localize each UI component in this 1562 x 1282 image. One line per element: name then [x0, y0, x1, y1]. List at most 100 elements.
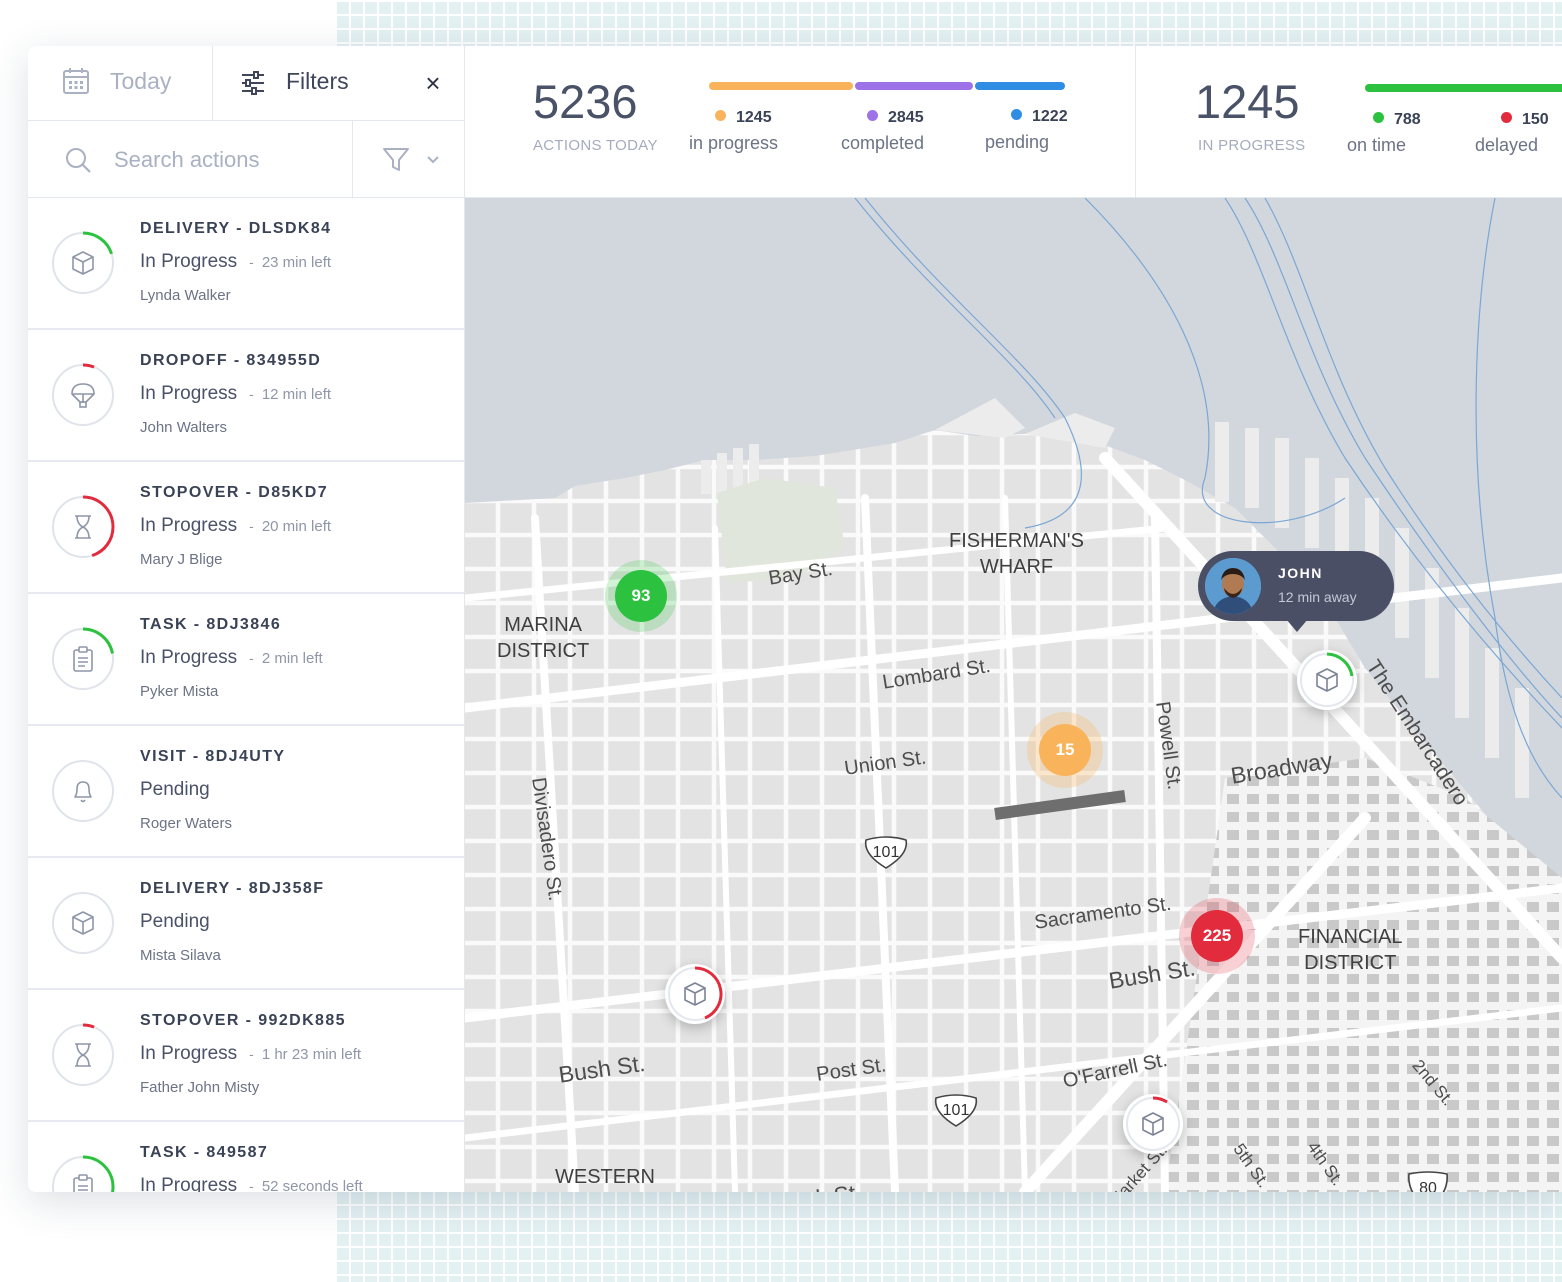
chevron-down-icon [426, 152, 440, 170]
neighborhood-western-addition: WESTERNADDITION [555, 1166, 655, 1188]
progress-ring [50, 1154, 116, 1192]
delivery-pin-embarcadero[interactable] [1297, 650, 1357, 710]
action-title: DELIVERY - 8DJ358F [140, 880, 325, 897]
action-assignee: John Walters [140, 419, 227, 436]
in-progress-count: 1245 [736, 109, 772, 126]
cluster-marker-93[interactable]: 93 [605, 560, 677, 632]
actions-today-count: 5236 [533, 75, 638, 128]
sidebar-toolbar: Today Filters × [28, 46, 464, 121]
date-picker-label: Today [110, 68, 172, 94]
close-panel-button[interactable]: × [418, 66, 448, 100]
in-progress-dot [715, 110, 726, 121]
delivery-pin-ofarrell[interactable] [1123, 1094, 1183, 1154]
action-title: TASK - 849587 [140, 1144, 269, 1161]
separator: - [249, 1178, 254, 1192]
search-toolbar [28, 121, 464, 198]
actions-today-label: ACTIONS TODAY [533, 137, 658, 154]
action-time-left: 20 min left [261, 518, 332, 535]
actions-list: DELIVERY - DLSDK84 In Progress -23 min le… [28, 198, 464, 1192]
stats-header: 5236 ACTIONS TODAY 1245 in progress 2845… [465, 46, 1562, 198]
filter-type-dropdown[interactable] [354, 121, 464, 197]
progress-ring [50, 230, 116, 296]
date-picker-button[interactable]: Today [28, 46, 213, 120]
action-list-item[interactable]: DELIVERY - DLSDK84 In Progress -23 min le… [28, 198, 464, 330]
neighborhood-marina: MARINA DISTRICT [497, 614, 590, 662]
filters-button[interactable]: Filters [214, 46, 404, 120]
action-status-line: Pending [140, 779, 210, 801]
sliders-icon [240, 70, 266, 101]
progress-ring [50, 626, 116, 692]
completed-bar [855, 82, 973, 90]
cluster-count-15: 15 [1039, 724, 1091, 776]
action-time-left: 23 min left [261, 254, 332, 271]
delayed-legend[interactable]: 150 delayed [1475, 111, 1549, 156]
action-list-item[interactable]: DROPOFF - 834955D In Progress -12 min lef… [28, 330, 464, 462]
action-assignee: Pyker Mista [140, 683, 219, 700]
action-assignee: Roger Waters [140, 815, 232, 832]
cluster-count-225: 225 [1191, 910, 1243, 962]
separator: - [249, 518, 254, 534]
search-input[interactable] [112, 141, 336, 179]
box-icon [1139, 1110, 1167, 1143]
in-progress-bar [709, 82, 853, 90]
action-title: VISIT - 8DJ4UTY [140, 748, 286, 765]
action-list-item[interactable]: STOPOVER - 992DK885 In Progress -1 hr 23 … [28, 990, 464, 1122]
interstate-shield-80-label: 80 [1419, 1180, 1437, 1192]
pending-count: 1222 [1032, 108, 1068, 125]
cluster-count-93: 93 [615, 570, 667, 622]
separator: - [249, 254, 254, 270]
completed-dot [867, 110, 878, 121]
box-icon [681, 980, 709, 1013]
progress-ring [50, 890, 116, 956]
action-time-left: 12 min left [261, 386, 332, 403]
action-title: STOPOVER - 992DK885 [140, 1012, 346, 1029]
highway-shield-101-south-label: 101 [942, 1102, 970, 1119]
action-status-line: In Progress -12 min left [140, 383, 331, 405]
action-title: DROPOFF - 834955D [140, 352, 322, 369]
action-assignee: Lynda Walker [140, 287, 231, 304]
action-title: STOPOVER - D85KD7 [140, 484, 328, 501]
search-box [28, 121, 353, 197]
completed-legend[interactable]: 2845 completed [841, 109, 924, 154]
progress-ring [50, 1022, 116, 1088]
on-time-legend[interactable]: 788 on time [1347, 111, 1421, 156]
in-progress-legend[interactable]: 1245 in progress [689, 109, 778, 154]
dispatch-app-window: Today Filters × Search actions DELIVERY … [28, 46, 1562, 1192]
driver-tooltip[interactable]: JOHN 12 min away [1198, 551, 1394, 632]
action-status: In Progress [140, 383, 238, 404]
highway-shield-101-south: 101 [933, 1094, 979, 1128]
action-assignee: Mary J Blige [140, 551, 223, 568]
search-icon [64, 146, 92, 179]
progress-ring [50, 758, 116, 824]
on-time-dot [1373, 112, 1384, 123]
action-status: In Progress [140, 647, 238, 668]
map-view[interactable]: Bay St. Lombard St. Union St. Broadway S… [465, 198, 1562, 1192]
action-status-line: In Progress -1 hr 23 min left [140, 1043, 361, 1065]
progress-ring [50, 494, 116, 560]
pending-bar [975, 82, 1065, 90]
action-status-line: In Progress -52 seconds left [140, 1175, 363, 1192]
action-status-line: In Progress -20 min left [140, 515, 331, 537]
progress-ring [50, 362, 116, 428]
pending-legend[interactable]: 1222 pending [985, 108, 1068, 153]
driver-eta: 12 min away [1278, 589, 1357, 605]
delayed-count: 150 [1522, 111, 1549, 128]
separator: - [249, 1046, 254, 1062]
action-list-item[interactable]: VISIT - 8DJ4UTY Pending Roger Waters [28, 726, 464, 858]
driver-name: JOHN [1278, 565, 1323, 581]
in-progress-total-count: 1245 [1195, 75, 1300, 128]
pending-label: pending [985, 132, 1050, 152]
cluster-marker-15[interactable]: 15 [1027, 712, 1103, 788]
action-status: In Progress [140, 1175, 238, 1192]
action-list-item[interactable]: STOPOVER - D85KD7 In Progress -20 min lef… [28, 462, 464, 594]
filters-label: Filters [286, 68, 349, 94]
action-list-item[interactable]: TASK - 849587 In Progress -52 seconds lef… [28, 1122, 464, 1192]
action-status: In Progress [140, 251, 238, 272]
action-list-item[interactable]: TASK - 8DJ3846 In Progress -2 min left Py… [28, 594, 464, 726]
action-list-item[interactable]: DELIVERY - 8DJ358F Pending Mista Silava [28, 858, 464, 990]
box-icon [1313, 666, 1341, 699]
action-title: DELIVERY - DLSDK84 [140, 220, 332, 237]
cluster-marker-225[interactable]: 225 [1179, 898, 1255, 974]
delivery-pin-western-addition[interactable] [665, 964, 725, 1024]
in-progress-label: in progress [689, 133, 779, 153]
